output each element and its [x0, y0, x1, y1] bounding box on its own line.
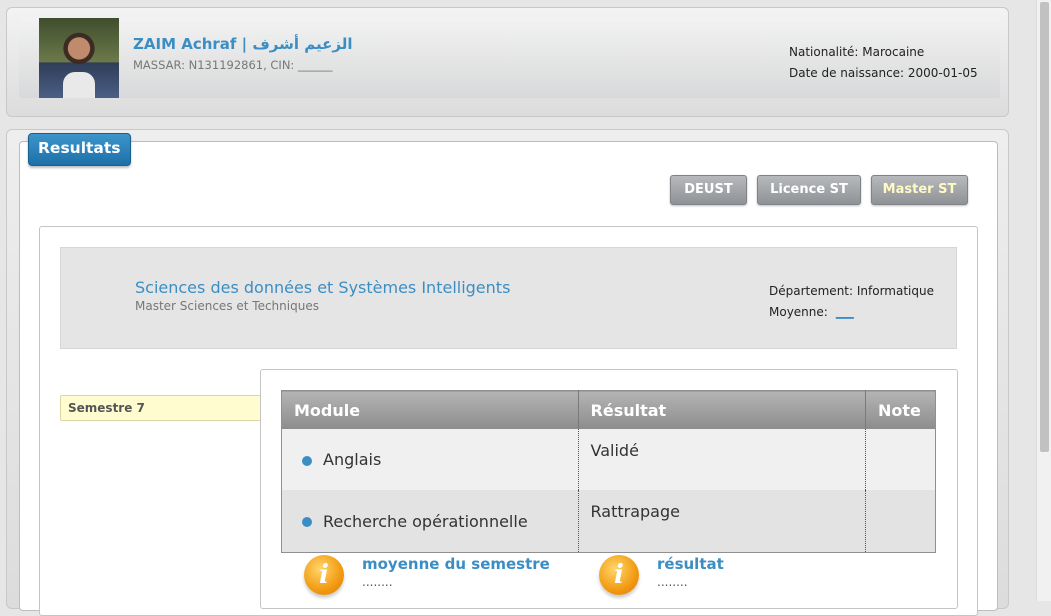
note-cell [865, 490, 936, 553]
summary-value: ........ [362, 575, 393, 589]
student-ids: MASSAR: N131192861, CIN: ______ [133, 58, 333, 72]
note-header: Note [865, 390, 936, 429]
summary-title: moyenne du semestre [362, 555, 550, 573]
deust-button[interactable]: DEUST [670, 175, 747, 205]
nationality: Nationalité: Marocaine [789, 45, 925, 59]
module-cell: Anglais [281, 429, 579, 490]
module-name: Anglais [323, 450, 382, 469]
table-row: Recherche opérationnelle Rattrapage [281, 490, 936, 553]
birthdate: Date de naissance: 2000-01-05 [789, 66, 978, 80]
moyenne-label: Moyenne: [769, 305, 828, 319]
licence-st-button[interactable]: Licence ST [757, 175, 861, 205]
module-header: Module [281, 390, 579, 429]
program-meta: Département: Informatique Moyenne: ___ [769, 281, 934, 323]
resultat-cell: Validé [578, 429, 866, 490]
student-meta: Nationalité: Marocaine Date de naissance… [789, 42, 978, 84]
bullet-icon [302, 517, 312, 527]
program-subtitle: Master Sciences et Techniques [135, 299, 319, 313]
summary-value: ........ [657, 575, 688, 589]
semester-tab[interactable]: Semestre 7 [60, 395, 262, 421]
module-cell: Recherche opérationnelle [281, 490, 579, 553]
resultat-header: Résultat [578, 390, 866, 429]
avatar [39, 18, 119, 98]
master-st-button[interactable]: Master ST [871, 175, 968, 205]
scrollbar-track[interactable] [1036, 0, 1051, 601]
note-cell [865, 429, 936, 490]
moyenne-line: Moyenne: ___ [769, 302, 934, 323]
info-icon: i [304, 555, 344, 595]
results-tab[interactable]: Resultats [28, 133, 131, 166]
moyenne-value: ___ [835, 305, 854, 319]
table-row: Anglais Validé [281, 429, 936, 490]
student-name: ZAIM Achraf | الزعيم أشرف [133, 35, 353, 53]
profile-card: ZAIM Achraf | الزعيم أشرف MASSAR: N13119… [19, 18, 1000, 98]
program-title: Sciences des données et Systèmes Intelli… [135, 278, 511, 297]
info-icon: i [599, 555, 639, 595]
scrollbar-thumb[interactable] [1040, 2, 1049, 452]
resultat-cell: Rattrapage [578, 490, 866, 553]
program-header: Sciences des données et Systèmes Intelli… [60, 247, 957, 349]
table-header-row: Module Résultat Note [281, 390, 936, 429]
summary-title: résultat [657, 555, 724, 573]
module-name: Recherche opérationnelle [323, 511, 528, 531]
profile-panel: ZAIM Achraf | الزعيم أشرف MASSAR: N13119… [6, 7, 1009, 117]
bullet-icon [302, 455, 312, 466]
department: Département: Informatique [769, 284, 934, 298]
grades-table: Module Résultat Note Anglais Validé Rech… [281, 390, 936, 553]
